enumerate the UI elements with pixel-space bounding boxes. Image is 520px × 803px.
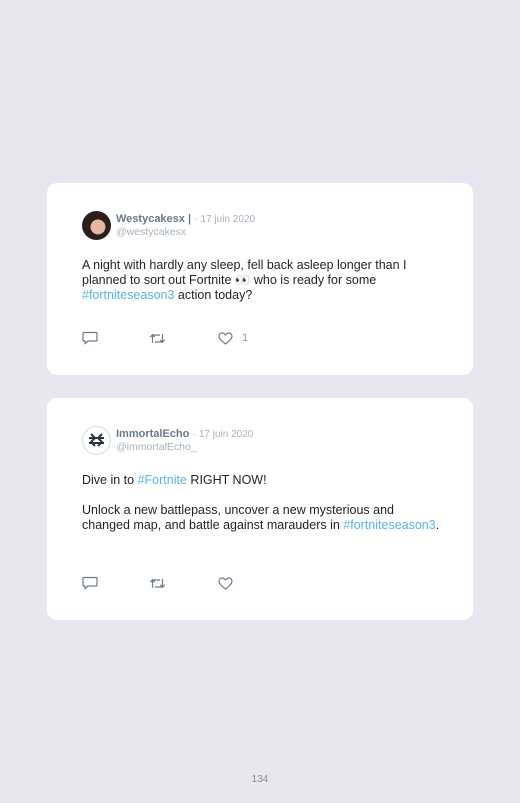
tweet-text-part: RIGHT NOW!: [186, 473, 267, 487]
page-number: 134: [251, 774, 269, 785]
tweet-card: ImmortalEcho · 17 juin 2020 @immortalEch…: [47, 398, 473, 620]
tweet-header: ImmortalEcho · 17 juin 2020: [116, 428, 253, 441]
tweet-actions: [82, 575, 282, 591]
hashtag-link[interactable]: #fortniteseason3: [82, 288, 174, 302]
tweet-date[interactable]: 17 juin 2020: [199, 429, 254, 440]
immortal-logo-icon: [89, 433, 104, 447]
hashtag-link[interactable]: #Fortnite: [138, 473, 187, 487]
author-name-suffix: |: [187, 213, 192, 225]
tweet-text: Dive in to #Fortnite RIGHT NOW! Unlock a…: [82, 473, 442, 533]
reply-button[interactable]: [82, 330, 98, 346]
retweet-arrows-icon: [149, 333, 166, 343]
tweet-actions: 1: [82, 330, 282, 346]
avatar[interactable]: [82, 426, 111, 455]
retweet-button[interactable]: [149, 330, 166, 346]
speech-bubble-icon: [82, 576, 98, 590]
tweet-date[interactable]: 17 juin 2020: [201, 214, 256, 225]
like-button[interactable]: 1: [218, 330, 248, 346]
retweet-button[interactable]: [149, 575, 166, 591]
heart-icon: [218, 576, 233, 590]
like-button[interactable]: [218, 575, 233, 591]
tweet-paragraph: Unlock a new battlepass, uncover a new m…: [82, 503, 442, 533]
tweet-text-part: A night with hardly any sleep, fell back…: [82, 258, 407, 287]
author-handle[interactable]: @immortalEcho_: [116, 441, 197, 453]
retweet-arrows-icon: [149, 578, 166, 588]
separator-dot: ·: [194, 214, 198, 225]
author-handle[interactable]: @westycakesx: [116, 226, 186, 238]
speech-bubble-icon: [82, 331, 98, 345]
tweet-text: A night with hardly any sleep, fell back…: [82, 258, 442, 303]
tweet-card: Westycakesx | · 17 juin 2020 @westycakes…: [47, 183, 473, 375]
tweet-text-part: action today?: [174, 288, 253, 302]
tweet-text-part: Dive in to: [82, 473, 138, 487]
tweet-text-part: .: [435, 518, 440, 532]
hashtag-link[interactable]: #fortniteseason3: [343, 518, 435, 532]
avatar[interactable]: [82, 211, 111, 240]
tweet-header: Westycakesx | · 17 juin 2020: [116, 213, 255, 226]
author-name[interactable]: ImmortalEcho: [116, 428, 189, 440]
like-count: 1: [242, 332, 249, 344]
separator-dot: ·: [192, 429, 196, 440]
heart-icon: [218, 331, 233, 345]
author-name[interactable]: Westycakesx: [116, 213, 185, 225]
reply-button[interactable]: [82, 575, 98, 591]
tweet-paragraph: Dive in to #Fortnite RIGHT NOW!: [82, 473, 442, 488]
